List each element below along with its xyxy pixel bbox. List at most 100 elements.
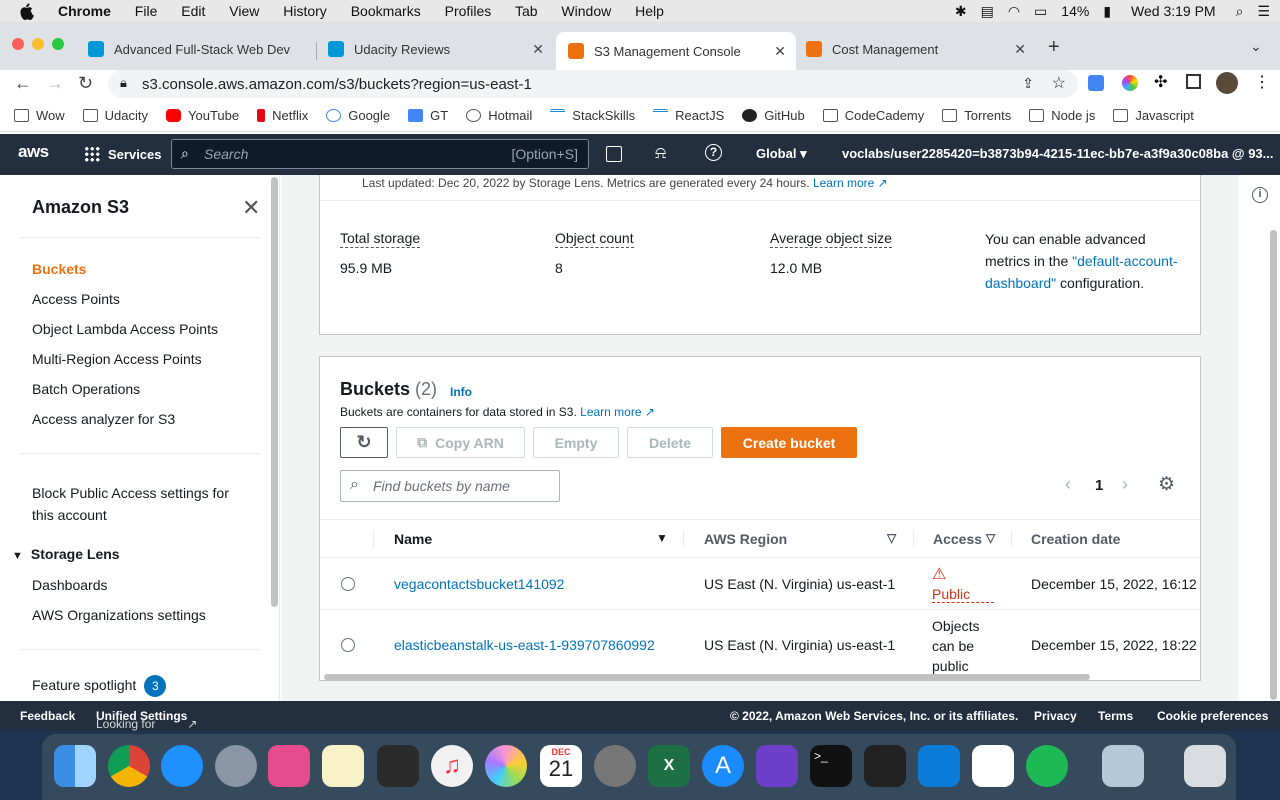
- bookmark-github[interactable]: GitHub: [742, 108, 805, 123]
- sidebar-item-batch-operations[interactable]: Batch Operations: [32, 381, 140, 397]
- back-icon[interactable]: ←: [14, 73, 32, 94]
- share-icon[interactable]: ⇪: [1022, 75, 1034, 92]
- gear-icon[interactable]: ⚙: [1158, 473, 1175, 496]
- refresh-button[interactable]: ↻: [340, 427, 388, 458]
- activity-monitor-icon[interactable]: [864, 745, 906, 787]
- column-name[interactable]: Name: [394, 531, 432, 547]
- services-menu[interactable]: Services: [84, 146, 162, 162]
- close-icon[interactable]: ✕: [242, 195, 260, 221]
- bookmark-udacity[interactable]: Udacity: [82, 108, 148, 123]
- music-icon[interactable]: ♫: [431, 745, 473, 787]
- menu-window[interactable]: Window: [561, 3, 611, 19]
- activity-icon[interactable]: [377, 745, 419, 787]
- chrome-menu-icon[interactable]: ⋮: [1254, 72, 1270, 92]
- access-objects-public[interactable]: Objects can be public: [932, 616, 990, 676]
- address-bar[interactable]: 🔒︎ s3.console.aws.amazon.com/s3/buckets?…: [108, 70, 1078, 98]
- empty-button[interactable]: Empty: [533, 427, 619, 458]
- control-center-icon[interactable]: ☰: [1257, 3, 1270, 20]
- calendar-icon[interactable]: DEC 21: [540, 745, 582, 787]
- terms-link[interactable]: Terms: [1098, 709, 1133, 723]
- sidepanel-icon[interactable]: [1186, 74, 1201, 89]
- sidebar-item-feature-spotlight[interactable]: Feature spotlight 3: [32, 675, 167, 697]
- chrome-icon[interactable]: [108, 745, 150, 787]
- menu-bookmarks[interactable]: Bookmarks: [351, 3, 421, 19]
- sketch-icon[interactable]: [268, 745, 310, 787]
- close-tab-icon[interactable]: ✕: [774, 43, 786, 60]
- system-preferences-icon[interactable]: [594, 745, 636, 787]
- bookmark-nodejs[interactable]: Node js: [1029, 108, 1095, 123]
- sidebar-item-org-settings[interactable]: AWS Organizations settings: [32, 607, 206, 623]
- tab-udacity-reviews[interactable]: Udacity Reviews ✕: [328, 34, 554, 64]
- feedback-link[interactable]: Feedback: [20, 709, 75, 723]
- tab-search-icon[interactable]: ⌄: [1250, 38, 1262, 55]
- region-selector[interactable]: Global ▾: [756, 146, 807, 162]
- preview-icon[interactable]: [1102, 745, 1144, 787]
- menu-profiles[interactable]: Profiles: [445, 3, 492, 19]
- find-buckets-input[interactable]: ⌕ Find buckets by name: [340, 470, 560, 502]
- table-scrollbar[interactable]: [324, 674, 1090, 680]
- privacy-link[interactable]: Privacy: [1034, 709, 1077, 723]
- star-icon[interactable]: ☆: [1052, 73, 1066, 93]
- column-creation-date[interactable]: Creation date: [1031, 531, 1120, 547]
- sidebar-scrollbar[interactable]: [271, 177, 278, 607]
- bookmark-torrents[interactable]: Torrents: [942, 108, 1011, 123]
- display-icon[interactable]: ▭: [1034, 3, 1047, 20]
- minimize-window-icon[interactable]: [32, 38, 44, 50]
- copy-arn-button[interactable]: ⧉ Copy ARN: [396, 427, 525, 458]
- excel-icon[interactable]: X: [648, 745, 690, 787]
- sort-icon[interactable]: ▽: [986, 531, 995, 545]
- slack-icon[interactable]: [972, 745, 1014, 787]
- close-tab-icon[interactable]: ✕: [1014, 41, 1026, 58]
- delete-button[interactable]: Delete: [627, 427, 713, 458]
- safari-icon[interactable]: [161, 745, 203, 787]
- bookmark-reactjs[interactable]: ReactJS: [653, 108, 724, 123]
- app-store-icon[interactable]: A: [702, 745, 744, 787]
- learn-more-link[interactable]: Learn more: [813, 176, 874, 190]
- terminal-icon[interactable]: >_: [810, 745, 852, 787]
- column-access[interactable]: Access: [933, 531, 982, 547]
- bookmark-google[interactable]: Google: [326, 108, 390, 123]
- bluetooth-icon[interactable]: ✱: [955, 3, 967, 20]
- forward-icon[interactable]: →: [46, 73, 64, 94]
- bell-icon[interactable]: ⍾: [655, 143, 666, 163]
- finder-icon[interactable]: [54, 745, 96, 787]
- access-public[interactable]: Public: [932, 586, 995, 603]
- sidebar-item-object-lambda[interactable]: Object Lambda Access Points: [32, 321, 218, 337]
- vscode-icon[interactable]: [918, 745, 960, 787]
- account-menu[interactable]: voclabs/user2285420=b3873b94-4215-11ec-b…: [842, 146, 1280, 162]
- sidebar-item-access-analyzer[interactable]: Access analyzer for S3: [32, 411, 175, 427]
- sidebar-item-multi-region[interactable]: Multi-Region Access Points: [32, 351, 202, 367]
- spotlight-icon[interactable]: ⌕: [1236, 3, 1244, 20]
- menu-tab[interactable]: Tab: [515, 3, 538, 19]
- row-radio[interactable]: [341, 638, 355, 652]
- bucket-name-link[interactable]: elasticbeanstalk-us-east-1-939707860992: [394, 637, 655, 653]
- prev-page-icon[interactable]: ‹: [1065, 474, 1071, 495]
- extensions-icon[interactable]: ✣: [1154, 72, 1167, 92]
- page-number[interactable]: 1: [1095, 477, 1103, 494]
- close-window-icon[interactable]: [12, 38, 24, 50]
- next-page-icon[interactable]: ›: [1122, 474, 1128, 495]
- notes-icon[interactable]: [322, 745, 364, 787]
- github-desktop-icon[interactable]: [756, 745, 798, 787]
- aws-logo[interactable]: aws: [18, 142, 49, 162]
- menu-app-name[interactable]: Chrome: [58, 3, 111, 19]
- reload-icon[interactable]: ↻: [78, 73, 93, 94]
- spotify-icon[interactable]: [1026, 745, 1068, 787]
- photos-icon[interactable]: [485, 745, 527, 787]
- battery-percent[interactable]: 14%: [1061, 3, 1089, 19]
- column-region[interactable]: AWS Region: [704, 531, 787, 547]
- learn-more-link[interactable]: Learn more: [580, 405, 641, 419]
- bucket-name-link[interactable]: vegacontactsbucket141092: [394, 576, 564, 592]
- row-radio[interactable]: [341, 577, 355, 591]
- create-bucket-button[interactable]: Create bucket: [721, 427, 857, 458]
- cookie-preferences-link[interactable]: Cookie preferences: [1157, 709, 1268, 723]
- sort-icon[interactable]: ▽: [887, 531, 896, 545]
- new-tab-icon[interactable]: +: [1048, 36, 1060, 59]
- translate-icon[interactable]: [1088, 75, 1104, 91]
- trash-icon[interactable]: [1184, 745, 1226, 787]
- flag-icon[interactable]: ▤: [981, 3, 994, 20]
- menu-help[interactable]: Help: [635, 3, 664, 19]
- menu-history[interactable]: History: [283, 3, 327, 19]
- clock[interactable]: Wed 3:19 PM: [1131, 3, 1216, 19]
- close-tab-icon[interactable]: ✕: [532, 41, 544, 58]
